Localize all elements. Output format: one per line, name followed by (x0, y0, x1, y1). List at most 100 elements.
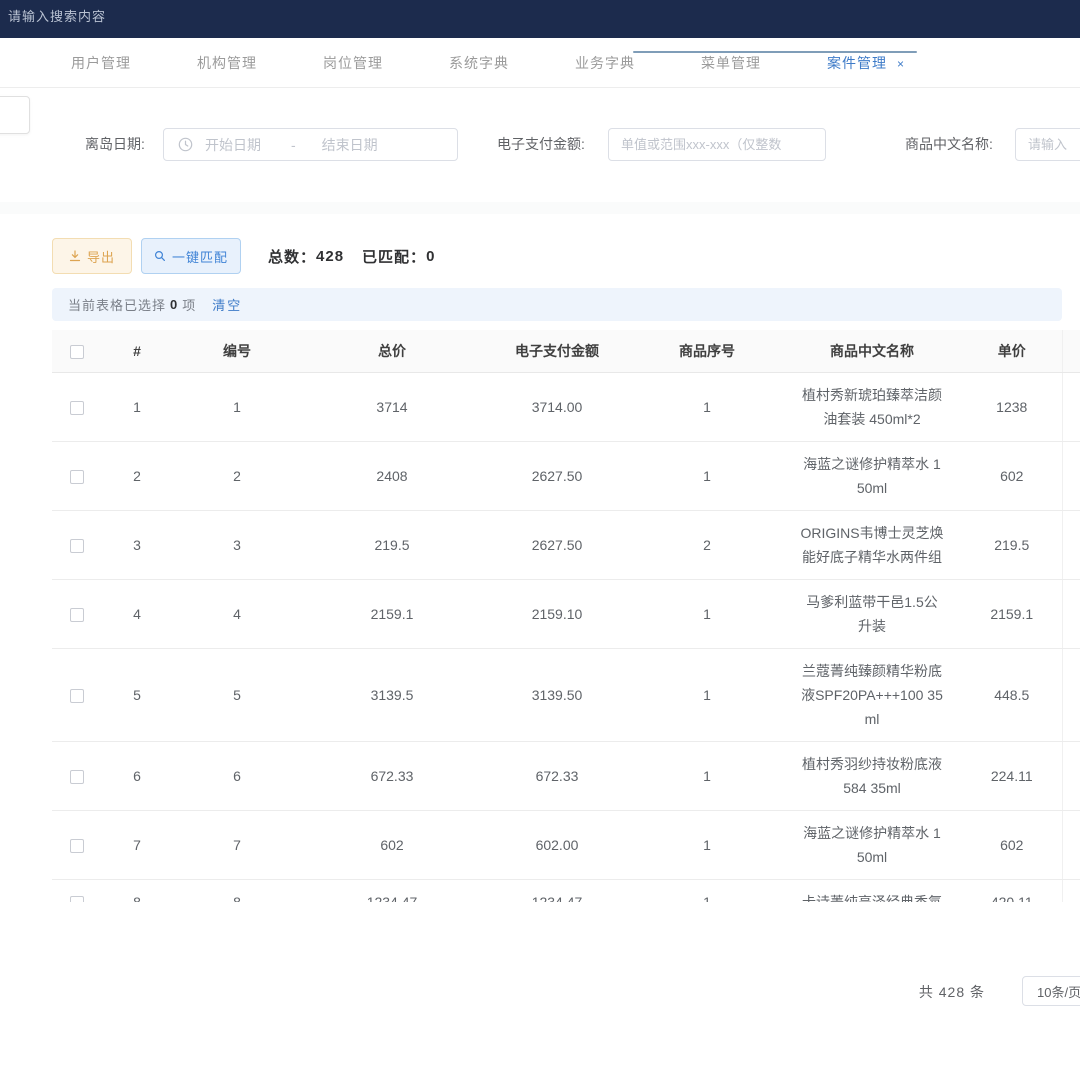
tab-item-2[interactable]: 岗位管理 (312, 53, 394, 73)
active-tab-underline (633, 51, 917, 53)
cell-epay-amount: 2627.50 (482, 510, 632, 579)
filter-row: 离岛日期: 开始日期 - 结束日期 电子支付金额: 商品中文名称: (0, 128, 1080, 162)
date-range-picker[interactable]: 开始日期 - 结束日期 (163, 128, 458, 161)
product-name-label: 商品中文名称: (905, 128, 993, 161)
cell-epay-amount: 1234.47 (482, 879, 632, 902)
cell-total-price: 602 (302, 810, 482, 879)
search-icon (154, 250, 166, 262)
total-value: 428 (316, 248, 344, 265)
cell-epay-amount: 2159.10 (482, 579, 632, 648)
tab-item-3[interactable]: 系统字典 (438, 53, 520, 73)
download-icon (69, 250, 81, 262)
clock-icon (178, 137, 193, 152)
tab-item-0[interactable]: 用户管理 (60, 53, 142, 73)
table-row: 1 1 3714 3714.00 1 植村秀新琥珀臻萃洁颜油套装 450ml*2… (52, 372, 1080, 441)
cell-total-price: 3714 (302, 372, 482, 441)
cell-unit-price: 602 (962, 810, 1062, 879)
row-checkbox[interactable] (70, 839, 84, 853)
cell-product-seq: 1 (632, 810, 782, 879)
cell-code: 4 (172, 579, 302, 648)
cell-total-price: 2159.1 (302, 579, 482, 648)
matched-value: 0 (426, 248, 435, 265)
product-name-input[interactable] (1015, 128, 1080, 161)
cell-product-seq: 2 (632, 510, 782, 579)
row-checkbox[interactable] (70, 539, 84, 553)
row-checkbox[interactable] (70, 401, 84, 415)
cell-product-seq: 1 (632, 648, 782, 741)
page-size-value: 10条/页 (1037, 982, 1080, 1001)
row-checkbox[interactable] (70, 608, 84, 622)
cell-total-price: 3139.5 (302, 648, 482, 741)
table-toolbar: 导出 一键匹配 总数： 428 已匹配： 0 (0, 238, 1080, 274)
date-start-placeholder[interactable]: 开始日期 (205, 135, 261, 155)
clear-selection-link[interactable]: 清空 (212, 295, 242, 314)
top-navbar: 请输入搜索内容 (0, 0, 1080, 38)
selection-suffix: 项 (182, 295, 196, 314)
table-header-row: # 编号 总价 电子支付金额 商品序号 商品中文名称 单价 (52, 330, 1080, 372)
table-row: 7 7 602 602.00 1 海蓝之谜修护精萃水 150ml 602 (52, 810, 1080, 879)
col-header-total: 总价 (302, 330, 482, 372)
cell-epay-amount: 602.00 (482, 810, 632, 879)
selection-info-bar: 当前表格已选择 0 项 清空 (52, 288, 1062, 321)
cell-epay-amount: 2627.50 (482, 441, 632, 510)
data-table-card: # 编号 总价 电子支付金额 商品序号 商品中文名称 单价 1 1 3714 3… (52, 330, 1080, 902)
pagination-total: 共 428 条 (919, 982, 985, 1002)
cell-product-name: 兰蔻菁纯臻颜精华粉底液SPF20PA+++100 35ml (782, 648, 962, 741)
one-click-match-button[interactable]: 一键匹配 (141, 238, 241, 274)
cell-code: 7 (172, 810, 302, 879)
matched-label: 已匹配： (362, 246, 426, 267)
cell-index: 7 (102, 810, 172, 879)
cell-unit-price: 2159.1 (962, 579, 1062, 648)
row-checkbox[interactable] (70, 770, 84, 784)
cell-index: 2 (102, 441, 172, 510)
select-all-checkbox[interactable] (70, 345, 84, 359)
cell-index: 8 (102, 879, 172, 902)
tags-view-bar: 用户管理 机构管理 岗位管理 系统字典 业务字典 菜单管理 案件管理× (0, 38, 1080, 88)
cell-product-seq: 1 (632, 879, 782, 902)
table-row: 3 3 219.5 2627.50 2 ORIGINS韦博士灵芝焕能好底子精华水… (52, 510, 1080, 579)
col-header-epay: 电子支付金额 (482, 330, 632, 372)
page-size-select[interactable]: 10条/页 (1022, 976, 1080, 1006)
tab-item-1[interactable]: 机构管理 (186, 53, 268, 73)
cell-code: 6 (172, 741, 302, 810)
row-checkbox[interactable] (70, 470, 84, 484)
tab-close-icon[interactable]: × (897, 57, 905, 71)
cell-unit-price: 420.11 (962, 879, 1062, 902)
cell-unit-price: 224.11 (962, 741, 1062, 810)
col-header-name: 商品中文名称 (782, 330, 962, 372)
table-row: 6 6 672.33 672.33 1 植村秀羽纱持妆粉底液 584 35ml … (52, 741, 1080, 810)
cell-index: 4 (102, 579, 172, 648)
cell-product-name: 卡诗菁纯亮泽经典香氛 (782, 879, 962, 902)
col-header-code: 编号 (172, 330, 302, 372)
export-button[interactable]: 导出 (52, 238, 132, 274)
selection-prefix: 当前表格已选择 (68, 295, 166, 314)
row-checkbox[interactable] (70, 896, 84, 902)
date-end-placeholder[interactable]: 结束日期 (322, 135, 378, 155)
date-range-separator: - (291, 137, 296, 153)
cell-product-name: 植村秀羽纱持妆粉底液 584 35ml (782, 741, 962, 810)
cell-code: 5 (172, 648, 302, 741)
cell-unit-price: 602 (962, 441, 1062, 510)
section-divider (0, 202, 1080, 214)
cell-index: 1 (102, 372, 172, 441)
cell-index: 5 (102, 648, 172, 741)
cell-code: 3 (172, 510, 302, 579)
tab-item-4[interactable]: 业务字典 (564, 53, 646, 73)
cell-product-name: 马爹利蓝带干邑1.5公升装 (782, 579, 962, 648)
tab-item-6[interactable]: 案件管理× (816, 53, 916, 73)
cell-unit-price: 448.5 (962, 648, 1062, 741)
epay-amount-input[interactable] (608, 128, 826, 161)
export-button-label: 导出 (87, 247, 115, 266)
cell-code: 2 (172, 441, 302, 510)
match-button-label: 一键匹配 (172, 247, 228, 266)
cell-total-price: 2408 (302, 441, 482, 510)
row-checkbox[interactable] (70, 689, 84, 703)
tab-item-5[interactable]: 菜单管理 (690, 53, 772, 73)
cell-product-seq: 1 (632, 579, 782, 648)
cell-product-seq: 1 (632, 741, 782, 810)
col-header-index: # (102, 330, 172, 372)
cell-index: 6 (102, 741, 172, 810)
global-search-input[interactable]: 请输入搜索内容 (8, 6, 106, 25)
date-filter-label: 离岛日期: (85, 128, 145, 161)
cell-product-seq: 1 (632, 441, 782, 510)
